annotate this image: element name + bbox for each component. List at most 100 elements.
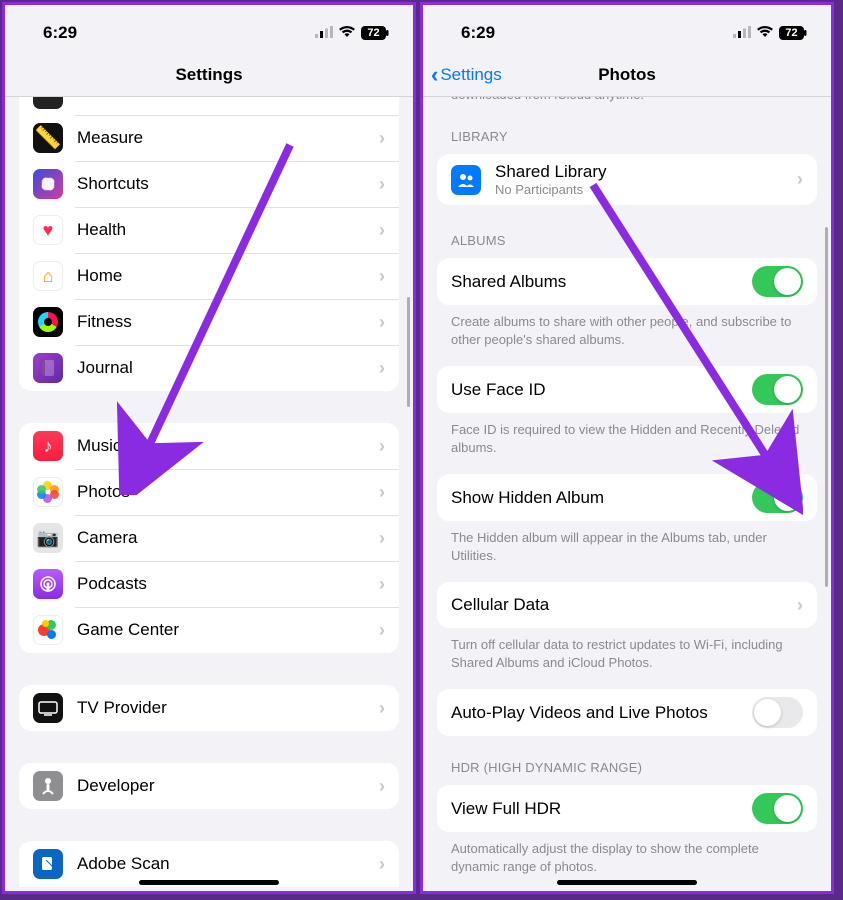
status-time: 6:29: [461, 23, 495, 43]
footer-hidden: The Hidden album will appear in the Albu…: [423, 521, 831, 564]
chevron-right-icon: ›: [379, 266, 385, 287]
row-label: Cellular Data: [451, 595, 791, 615]
settings-screen: 6:29 72 Settings 📏 Measure › Shortcut: [2, 2, 416, 894]
toggle-face-id[interactable]: [752, 374, 803, 405]
row-label: Fitness: [77, 312, 373, 332]
chevron-left-icon: ‹: [431, 64, 438, 86]
scroll-indicator[interactable]: [825, 227, 828, 587]
journal-icon: [33, 353, 63, 383]
settings-row-camera[interactable]: 📷 Camera ›: [19, 515, 399, 561]
settings-row-health[interactable]: ♥ Health ›: [19, 207, 399, 253]
footer-shared-albums: Create albums to share with other people…: [423, 305, 831, 348]
battery-icon: 72: [361, 26, 389, 40]
toggle-autoplay[interactable]: [752, 697, 803, 728]
settings-row-fitness[interactable]: Fitness ›: [19, 299, 399, 345]
row-label: Developer: [77, 776, 373, 796]
page-title: Settings: [175, 65, 242, 85]
settings-row-music[interactable]: ♪ Music ›: [19, 423, 399, 469]
photos-settings-screen: 6:29 72 ‹ Settings Photos downloaded fro…: [420, 2, 834, 894]
nav-bar: ‹ Settings Photos: [423, 53, 831, 97]
row-show-hidden-album[interactable]: Show Hidden Album: [437, 474, 817, 521]
status-right: 72: [315, 23, 389, 43]
shortcuts-icon: [33, 169, 63, 199]
health-icon: ♥: [33, 215, 63, 245]
chevron-right-icon: ›: [379, 698, 385, 719]
settings-row-measure[interactable]: 📏 Measure ›: [19, 115, 399, 161]
scroll-indicator[interactable]: [407, 297, 410, 407]
settings-list[interactable]: 📏 Measure › Shortcuts › ♥ Health › ⌂ Hom…: [5, 97, 413, 891]
row-autoplay[interactable]: Auto-Play Videos and Live Photos: [437, 689, 817, 736]
group-cellular: Cellular Data ›: [437, 582, 817, 628]
status-bar: 6:29 72: [423, 5, 831, 53]
row-shared-albums[interactable]: Shared Albums: [437, 258, 817, 305]
settings-row-tvprovider[interactable]: TV Provider ›: [19, 685, 399, 731]
row-label: Home: [77, 266, 373, 286]
row-label: Measure: [77, 128, 373, 148]
section-header-library: LIBRARY: [423, 111, 831, 150]
wifi-icon: [338, 23, 356, 43]
row-label: Shared Albums: [451, 272, 752, 292]
battery-icon: 72: [779, 26, 807, 40]
row-face-id[interactable]: Use Face ID: [437, 366, 817, 413]
toggle-show-hidden-album[interactable]: [752, 482, 803, 513]
settings-row-developer[interactable]: Developer ›: [19, 763, 399, 809]
section-header-albums: ALBUMS: [423, 205, 831, 254]
home-indicator[interactable]: [139, 880, 279, 885]
settings-row-gamecenter[interactable]: Game Center ›: [19, 607, 399, 653]
settings-row-prev[interactable]: [19, 97, 399, 115]
group-hdr: View Full HDR: [437, 785, 817, 832]
home-icon: ⌂: [33, 261, 63, 291]
row-label: Use Face ID: [451, 380, 752, 400]
row-label: Camera: [77, 528, 373, 548]
row-cellular-data[interactable]: Cellular Data ›: [437, 582, 817, 628]
chevron-right-icon: ›: [379, 620, 385, 641]
toggle-view-full-hdr[interactable]: [752, 793, 803, 824]
row-label: Podcasts: [77, 574, 373, 594]
podcasts-icon: [33, 569, 63, 599]
measure-icon: 📏: [33, 123, 63, 153]
group-autoplay: Auto-Play Videos and Live Photos: [437, 689, 817, 736]
row-view-full-hdr[interactable]: View Full HDR: [437, 785, 817, 832]
row-label: Game Center: [77, 620, 373, 640]
toggle-shared-albums[interactable]: [752, 266, 803, 297]
row-label: View Full HDR: [451, 799, 752, 819]
group-hidden: Show Hidden Album: [437, 474, 817, 521]
developer-icon: [33, 771, 63, 801]
photos-icon: [33, 477, 63, 507]
row-label: Adobe Scan: [77, 854, 373, 874]
game-center-icon: [33, 615, 63, 645]
chevron-right-icon: ›: [379, 436, 385, 457]
group-shared-albums: Shared Albums: [437, 258, 817, 305]
settings-row-journal[interactable]: Journal ›: [19, 345, 399, 391]
chevron-right-icon: ›: [379, 358, 385, 379]
settings-row-shortcuts[interactable]: Shortcuts ›: [19, 161, 399, 207]
chevron-right-icon: ›: [379, 854, 385, 875]
settings-row-podcasts[interactable]: Podcasts ›: [19, 561, 399, 607]
camera-icon: 📷: [33, 523, 63, 553]
adobe-scan-icon: [33, 849, 63, 879]
status-bar: 6:29 72: [5, 5, 413, 53]
chevron-right-icon: ›: [379, 174, 385, 195]
row-shared-library[interactable]: Shared Library No Participants ›: [437, 154, 817, 205]
settings-row-photos[interactable]: Photos ›: [19, 469, 399, 515]
chevron-right-icon: ›: [797, 595, 803, 616]
row-label: TV Provider: [77, 698, 373, 718]
cellular-signal-icon: [733, 23, 751, 43]
prev-app-icon: [33, 97, 63, 109]
back-label: Settings: [440, 65, 501, 85]
settings-group-system-tail: 📏 Measure › Shortcuts › ♥ Health › ⌂ Hom…: [19, 97, 399, 391]
row-label: Shortcuts: [77, 174, 373, 194]
home-indicator[interactable]: [557, 880, 697, 885]
settings-row-home[interactable]: ⌂ Home ›: [19, 253, 399, 299]
chevron-right-icon: ›: [379, 528, 385, 549]
settings-group-media: ♪ Music › Photos ›: [19, 423, 399, 653]
nav-bar: Settings: [5, 53, 413, 97]
footer-hdr: Automatically adjust the display to show…: [423, 832, 831, 875]
settings-group-dev: Developer ›: [19, 763, 399, 809]
tv-provider-icon: [33, 693, 63, 723]
photos-settings-list[interactable]: downloaded from iCloud anytime. LIBRARY …: [423, 97, 831, 891]
group-library: Shared Library No Participants ›: [437, 154, 817, 205]
back-button[interactable]: ‹ Settings: [431, 64, 502, 86]
section-header-hdr: HDR (HIGH DYNAMIC RANGE): [423, 736, 831, 781]
row-label: Shared Library: [495, 162, 791, 182]
